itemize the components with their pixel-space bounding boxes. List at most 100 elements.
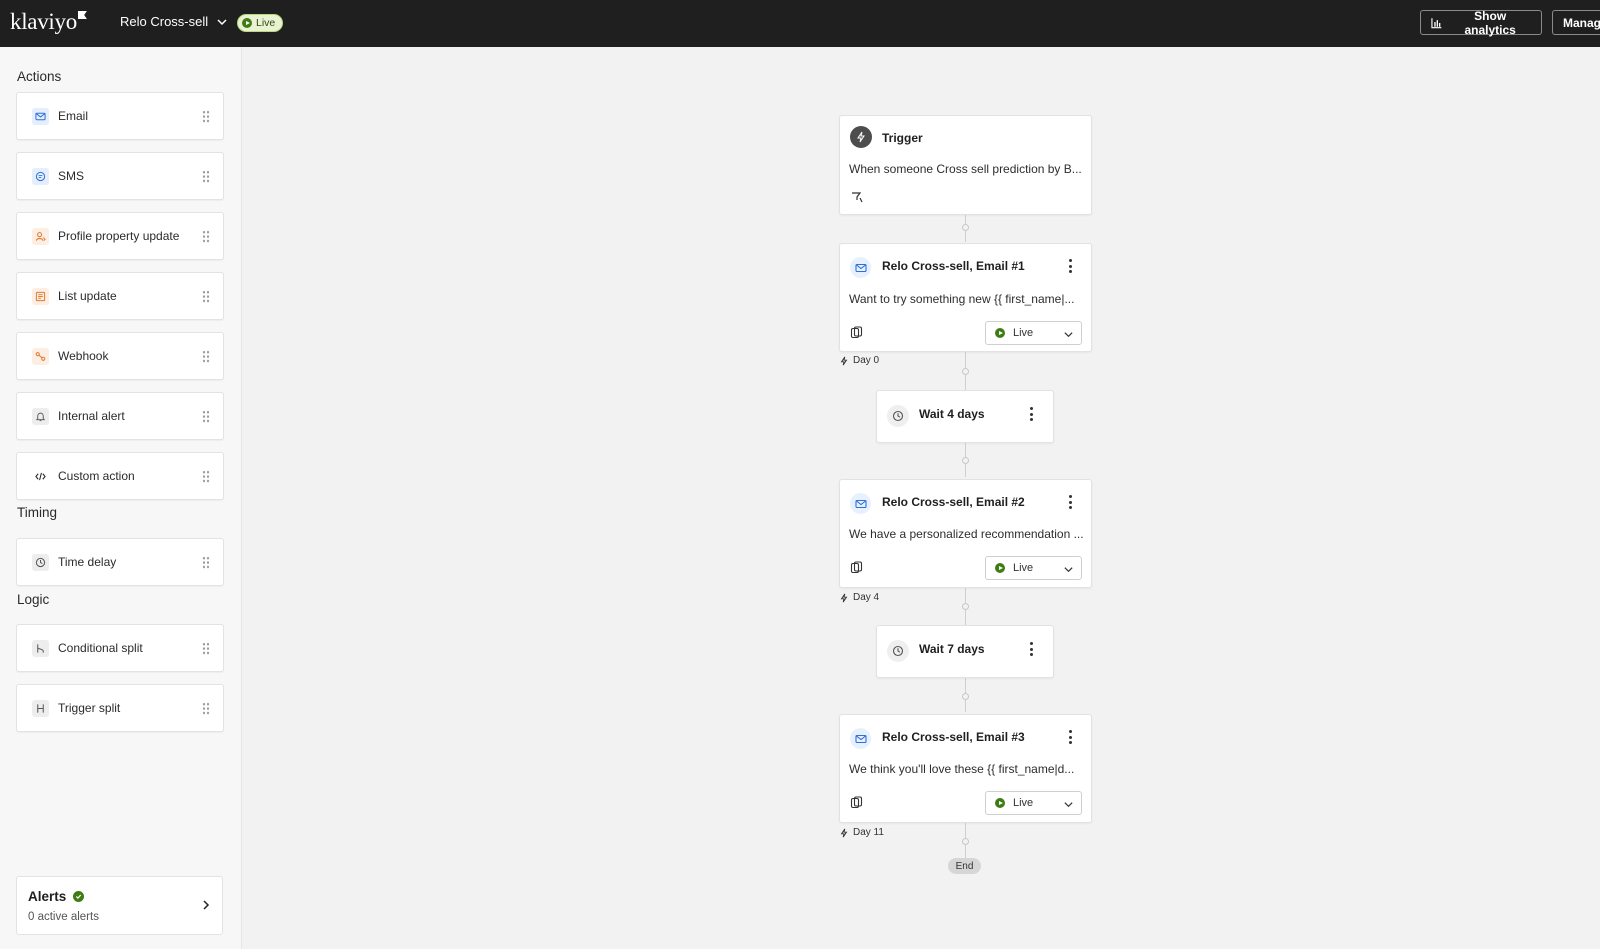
trigger-description: When someone Cross sell prediction by B.… <box>849 162 1082 176</box>
clock-icon <box>887 640 909 662</box>
sms-icon <box>32 168 49 185</box>
lightning-icon <box>850 126 872 148</box>
copy-icon[interactable] <box>850 326 863 339</box>
mail-icon <box>850 493 871 514</box>
more-options-icon[interactable] <box>1065 259 1075 273</box>
drag-handle-icon[interactable] <box>202 170 210 183</box>
mail-icon <box>32 108 49 125</box>
more-options-icon[interactable] <box>1065 730 1075 744</box>
email-status-select[interactable]: Live <box>985 321 1082 345</box>
wait-card-2[interactable]: Wait 7 days <box>876 625 1054 678</box>
flow-status-text: Live <box>256 17 276 29</box>
day-label: Day 0 <box>839 355 879 366</box>
email-preview: Want to try something new {{ first_name|… <box>849 292 1075 306</box>
klaviyo-logo[interactable]: klaviyo <box>10 9 87 35</box>
trigger-card[interactable]: Trigger When someone Cross sell predicti… <box>839 115 1092 215</box>
day-label: Day 4 <box>839 592 879 603</box>
lightning-icon <box>840 828 848 837</box>
mail-icon <box>850 728 871 749</box>
profile-icon <box>32 228 49 245</box>
drag-handle-icon[interactable] <box>202 470 210 483</box>
email-status-select[interactable]: Live <box>985 791 1082 815</box>
chevron-down-icon <box>1064 802 1073 808</box>
sidebar-action-sms[interactable]: SMS <box>16 152 224 200</box>
bell-icon <box>32 408 49 425</box>
clock-icon <box>32 554 49 571</box>
alerts-title: Alerts <box>28 889 67 904</box>
drag-handle-icon[interactable] <box>202 702 210 715</box>
sidebar-action-label: Internal alert <box>58 409 125 423</box>
more-options-icon[interactable] <box>1065 495 1075 509</box>
flow-status-badge: Live <box>237 14 284 32</box>
drag-handle-icon[interactable] <box>202 556 210 569</box>
day-text: Day 4 <box>853 592 880 603</box>
copy-icon[interactable] <box>850 796 863 809</box>
connector-dot <box>962 368 969 375</box>
chevron-down-icon <box>1064 567 1073 573</box>
drag-handle-icon[interactable] <box>202 230 210 243</box>
lightning-icon <box>840 356 848 365</box>
sidebar-action-label: Time delay <box>58 555 117 569</box>
logo-text: klaviyo <box>10 9 77 34</box>
sidebar-action-time-delay[interactable]: Time delay <box>16 538 224 586</box>
sidebar-action-label: Webhook <box>58 349 109 363</box>
sidebar-action-internal-alert[interactable]: Internal alert <box>16 392 224 440</box>
sidebar-action-profile-property-update[interactable]: Profile property update <box>16 212 224 260</box>
sidebar-action-list-update[interactable]: List update <box>16 272 224 320</box>
trigger-title: Trigger <box>882 131 923 145</box>
flow-canvas[interactable]: Trigger When someone Cross sell predicti… <box>242 47 1600 949</box>
more-options-icon[interactable] <box>1026 642 1036 656</box>
flow-end-badge: End <box>948 858 981 874</box>
alerts-panel[interactable]: Alerts 0 active alerts <box>16 876 223 935</box>
email-status-text: Live <box>1013 797 1034 809</box>
email-title: Relo Cross-sell, Email #2 <box>882 495 1025 509</box>
show-analytics-button[interactable]: Show analytics <box>1420 9 1542 37</box>
sidebar-action-label: List update <box>58 289 117 303</box>
sidebar-action-trigger-split[interactable]: Trigger split <box>16 684 224 732</box>
email-card-2[interactable]: Relo Cross-sell, Email #2 We have a pers… <box>839 479 1092 588</box>
section-title-timing: Timing <box>17 505 58 520</box>
bar-chart-icon <box>1431 17 1442 28</box>
email-status-text: Live <box>1013 327 1034 339</box>
day-text: Day 0 <box>853 355 880 366</box>
sidebar-action-conditional-split[interactable]: Conditional split <box>16 624 224 672</box>
sidebar-action-webhook[interactable]: Webhook <box>16 332 224 380</box>
drag-handle-icon[interactable] <box>202 110 210 123</box>
code-icon <box>32 468 49 485</box>
email-card-1[interactable]: Relo Cross-sell, Email #1 Want to try so… <box>839 243 1092 352</box>
connector-dot <box>962 224 969 231</box>
connector-dot <box>962 693 969 700</box>
day-label: Day 11 <box>839 827 884 838</box>
lightning-icon <box>840 593 848 602</box>
wait-label: Wait 7 days <box>919 642 985 656</box>
sidebar-action-label: Email <box>58 109 89 123</box>
chevron-down-icon <box>1064 332 1073 338</box>
manage-button[interactable]: Manag <box>1552 10 1600 35</box>
email-card-3[interactable]: Relo Cross-sell, Email #3 We think you'l… <box>839 714 1092 823</box>
section-title-logic: Logic <box>17 592 50 607</box>
filter-icon <box>852 192 863 203</box>
sidebar-action-label: SMS <box>58 169 85 183</box>
drag-handle-icon[interactable] <box>202 350 210 363</box>
split-icon <box>32 640 49 657</box>
email-title: Relo Cross-sell, Email #1 <box>882 259 1025 273</box>
drag-handle-icon[interactable] <box>202 290 210 303</box>
logo-flag-icon <box>77 11 87 19</box>
more-options-icon[interactable] <box>1026 407 1036 421</box>
connector-dot <box>962 457 969 464</box>
email-status-select[interactable]: Live <box>985 556 1082 580</box>
play-icon <box>995 328 1005 338</box>
manage-label: Manag <box>1563 15 1600 30</box>
drag-handle-icon[interactable] <box>202 642 210 655</box>
flow-selector[interactable]: Relo Cross-sell <box>120 14 228 29</box>
copy-icon[interactable] <box>850 561 863 574</box>
top-bar: klaviyo Relo Cross-sell Live Show analyt… <box>0 0 1600 47</box>
play-icon <box>995 563 1005 573</box>
sidebar-action-email[interactable]: Email <box>16 92 224 140</box>
day-text: Day 11 <box>853 827 884 838</box>
sidebar-action-label: Conditional split <box>58 641 143 655</box>
drag-handle-icon[interactable] <box>202 410 210 423</box>
chevron-right-icon <box>203 900 210 910</box>
wait-card-1[interactable]: Wait 4 days <box>876 390 1054 443</box>
sidebar-action-custom-action[interactable]: Custom action <box>16 452 224 500</box>
